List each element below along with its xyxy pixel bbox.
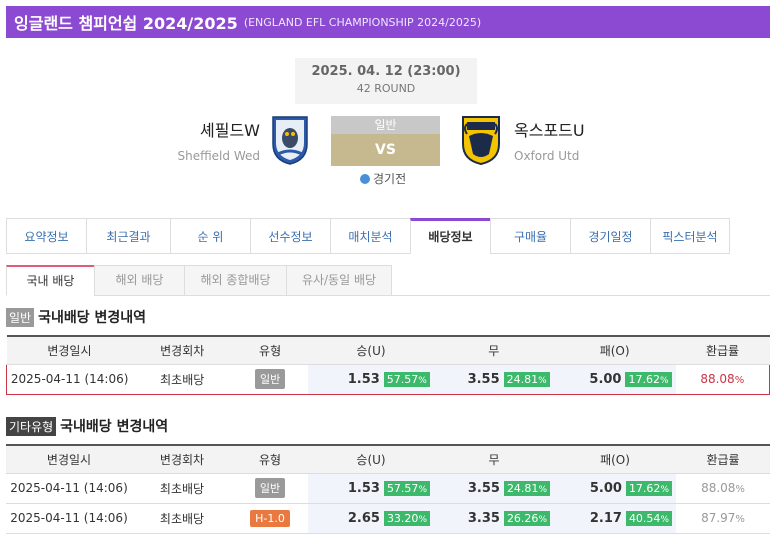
row-round: 최초배당	[132, 473, 232, 504]
col-win: 승(U)	[308, 335, 434, 365]
tab-schedule[interactable]: 경기일정	[570, 218, 650, 254]
win-odds: 1.53	[347, 371, 380, 387]
win-odds: 2.65	[347, 510, 380, 526]
col-lose: 패(O)	[553, 335, 676, 365]
table-row[interactable]: 2025-04-11 (14:06) 최초배당 일반 1.53 57.57% 3.…	[6, 473, 770, 504]
section-badge: 기타유형	[6, 416, 57, 436]
home-team[interactable]: 셰필드W Sheffield Wed	[120, 117, 260, 163]
col-round: 변경회차	[132, 444, 232, 474]
subtab-overseas[interactable]: 해외 배당	[94, 265, 184, 296]
odds-table-other: 변경일시 변경회차 유형 승(U) 무 패(O) 환급률 2025-04-11 …	[6, 444, 770, 534]
league-title: 잉글랜드 챔피언쉽 2024/2025	[14, 14, 238, 33]
lose-pct: 40.54%	[625, 510, 672, 526]
tab-summary[interactable]: 요약정보	[6, 218, 86, 254]
row-date: 2025-04-11 (14:06)	[6, 503, 132, 534]
section-title: 국내배당 변경내역	[38, 310, 147, 326]
vs-label: VS	[331, 134, 440, 166]
lose-odds: 5.00	[589, 371, 622, 387]
lose-pct: 17.62%	[625, 371, 672, 387]
lose-odds: 5.00	[589, 480, 622, 496]
status-dot-icon	[360, 173, 370, 184]
table-row[interactable]: 2025-04-11 (14:06) 최초배당 H-1.0 2.65 33.20%…	[6, 503, 770, 534]
sheffield-wed-crest-icon	[272, 116, 308, 165]
row-date: 2025-04-11 (14:06)	[6, 473, 132, 504]
tab-match-analysis[interactable]: 매치분석	[330, 218, 410, 254]
col-lose: 패(O)	[554, 444, 676, 474]
section-title-other: 기타유형 국내배당 변경내역	[6, 416, 168, 436]
win-pct: 57.57%	[383, 480, 430, 496]
page-header: 잉글랜드 챔피언쉽 2024/2025 (ENGLAND EFL CHAMPIO…	[6, 6, 770, 38]
draw-odds: 3.55	[467, 480, 500, 496]
draw-odds: 3.55	[467, 371, 500, 387]
away-team-name: 옥스포드U	[514, 121, 585, 140]
row-refund: 88.08%	[675, 363, 770, 395]
match-status-label: 경기전	[373, 172, 407, 186]
type-badge: 일반	[254, 369, 286, 389]
away-team[interactable]: 옥스포드U Oxford Utd	[514, 117, 654, 163]
col-date: 변경일시	[6, 444, 132, 474]
match-info-box: 2025. 04. 12 (23:00) 42 ROUND	[295, 58, 477, 104]
section-title-general: 일반 국내배당 변경내역	[6, 307, 146, 327]
section-title: 국내배당 변경내역	[60, 419, 169, 435]
tab-players[interactable]: 선수정보	[250, 218, 330, 254]
type-badge: H-1.0	[250, 509, 290, 527]
win-pct: 57.57%	[383, 371, 430, 387]
draw-pct: 24.81%	[503, 480, 550, 496]
row-round: 최초배당	[132, 503, 232, 534]
away-team-name-en: Oxford Utd	[514, 149, 580, 163]
vs-box: 일반 VS	[331, 116, 440, 166]
table-row[interactable]: 2025-04-11 (14:06) 최초배당 일반 1.53 57.57% 3.…	[6, 363, 770, 395]
row-date: 2025-04-11 (14:06)	[6, 363, 133, 395]
lose-odds: 2.17	[589, 510, 622, 526]
oxford-utd-crest-icon	[462, 116, 500, 166]
col-date: 변경일시	[6, 335, 133, 365]
col-draw: 무	[434, 444, 554, 474]
col-win: 승(U)	[308, 444, 434, 474]
odds-subtabs: 국내 배당 해외 배당 해외 종합배당 유사/동일 배당	[6, 265, 770, 296]
type-badge: 일반	[254, 478, 286, 498]
section-badge: 일반	[6, 307, 35, 327]
col-type: 유형	[232, 335, 309, 365]
match-status: 경기전	[360, 170, 406, 187]
tab-purchase-rate[interactable]: 구매율	[490, 218, 570, 254]
row-round: 최초배당	[132, 363, 233, 395]
main-tabs: 요약정보 최근결과 순 위 선수정보 매치분석 배당정보 구매율 경기일정 픽스…	[6, 218, 730, 254]
col-draw: 무	[433, 335, 554, 365]
draw-odds: 3.35	[467, 510, 500, 526]
league-title-en: (ENGLAND EFL CHAMPIONSHIP 2024/2025)	[243, 15, 482, 29]
game-type-label: 일반	[331, 116, 440, 134]
draw-pct: 24.81%	[503, 371, 550, 387]
subtab-similar[interactable]: 유사/동일 배당	[286, 265, 392, 296]
table-header: 변경일시 변경회차 유형 승(U) 무 패(O) 환급률	[6, 335, 770, 365]
odds-table-general: 변경일시 변경회차 유형 승(U) 무 패(O) 환급률 2025-04-11 …	[6, 335, 770, 395]
draw-pct: 26.26%	[503, 510, 550, 526]
col-refund: 환급률	[675, 335, 770, 365]
col-round: 변경회차	[132, 335, 233, 365]
home-team-name-en: Sheffield Wed	[177, 149, 260, 163]
col-refund: 환급률	[676, 444, 770, 474]
tab-odds[interactable]: 배당정보	[410, 218, 490, 254]
win-pct: 33.20%	[383, 510, 430, 526]
col-type: 유형	[232, 444, 308, 474]
table-header: 변경일시 변경회차 유형 승(U) 무 패(O) 환급률	[6, 444, 770, 474]
row-refund: 87.97%	[676, 503, 770, 534]
subtab-domestic[interactable]: 국내 배당	[6, 265, 94, 296]
subtab-overseas-total[interactable]: 해외 종합배당	[184, 265, 286, 296]
lose-pct: 17.62%	[625, 480, 672, 496]
match-round: 42 ROUND	[356, 82, 416, 95]
tab-standings[interactable]: 순 위	[170, 218, 250, 254]
home-team-name: 셰필드W	[200, 121, 260, 140]
match-datetime: 2025. 04. 12 (23:00)	[311, 64, 461, 79]
tab-pixter-analysis[interactable]: 픽스터분석	[650, 218, 730, 254]
tab-recent[interactable]: 최근결과	[86, 218, 170, 254]
row-refund: 88.08%	[676, 473, 770, 504]
win-odds: 1.53	[347, 480, 380, 496]
